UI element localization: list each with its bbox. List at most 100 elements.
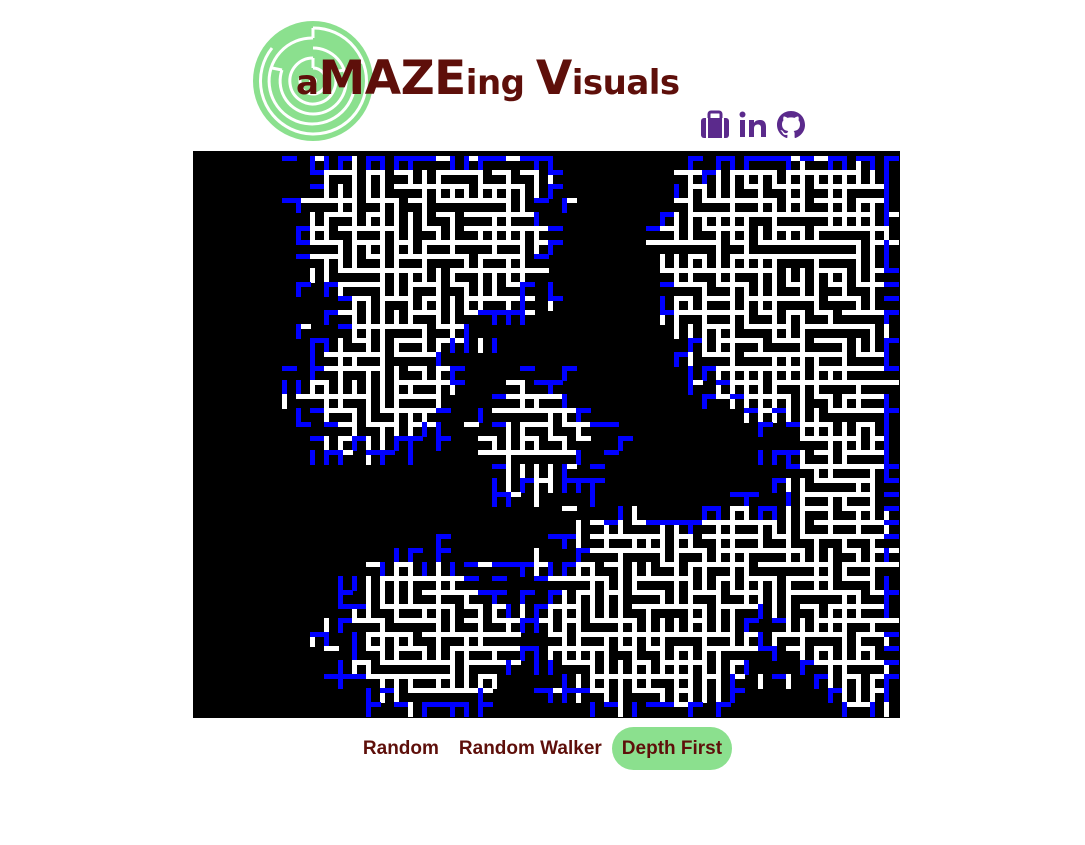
maze-cell	[786, 674, 791, 689]
maze-cell	[366, 618, 381, 623]
github-icon[interactable]	[776, 110, 806, 140]
maze-cell	[548, 450, 563, 455]
maze-cell	[828, 576, 833, 591]
maze-cell	[324, 212, 339, 217]
maze-cell	[338, 380, 343, 395]
maze-cell	[394, 338, 399, 353]
maze-cell	[716, 618, 721, 633]
maze-cell	[366, 632, 371, 647]
maze-cell	[884, 506, 899, 511]
maze-cell	[632, 520, 647, 525]
maze-cell	[366, 450, 381, 455]
maze-cell	[338, 576, 343, 591]
maze-cell	[366, 240, 371, 255]
maze-cell	[828, 352, 843, 357]
maze-cell	[450, 282, 465, 287]
maze-cell	[534, 478, 549, 483]
maze-cell	[758, 198, 763, 213]
maze-cell	[366, 310, 371, 325]
maze-cell	[800, 450, 805, 465]
maze-cell	[408, 212, 413, 227]
maze-cell	[786, 156, 791, 171]
maze-cell	[492, 240, 507, 245]
maze-cell	[352, 576, 357, 591]
maze-cell	[366, 226, 381, 231]
maze-cell	[450, 310, 455, 325]
maze-cell	[310, 170, 325, 175]
maze-cell	[842, 338, 847, 353]
maze-cell	[632, 646, 637, 661]
maze-cell	[716, 352, 731, 357]
maze-cell	[296, 198, 301, 213]
maze-cell	[422, 576, 437, 581]
maze-cell	[324, 184, 329, 199]
tab-random-walker[interactable]: Random Walker	[449, 727, 612, 770]
maze-cell	[338, 296, 353, 301]
maze-cell	[884, 646, 899, 651]
maze-cell	[842, 296, 857, 301]
maze-cell	[744, 562, 749, 577]
maze-cell	[380, 436, 385, 451]
maze-cell	[296, 408, 301, 423]
maze-cell	[674, 548, 689, 553]
maze-cell	[674, 604, 689, 609]
maze-cell	[380, 618, 385, 633]
maze-cell	[702, 352, 717, 357]
tab-depth-first[interactable]: Depth First	[611, 727, 733, 770]
maze-cell	[506, 660, 511, 675]
maze-cell	[436, 562, 441, 577]
maze-cell	[590, 632, 605, 637]
maze-cell	[422, 296, 427, 311]
tab-random[interactable]: Random	[353, 727, 449, 770]
maze-cell	[590, 646, 605, 651]
maze-cell	[716, 576, 731, 581]
maze-cell	[422, 212, 427, 227]
maze-cell	[716, 296, 731, 301]
maze-cell	[548, 464, 553, 479]
maze-cell	[856, 296, 861, 311]
maze-canvas[interactable]	[193, 151, 900, 718]
maze-cell	[492, 646, 497, 661]
maze-cell	[478, 282, 483, 297]
maze-cell	[674, 268, 679, 283]
maze-cell	[534, 198, 549, 203]
maze-cell	[842, 156, 847, 171]
maze-cell	[884, 450, 889, 465]
maze-cell	[548, 408, 563, 413]
maze-cell	[884, 212, 889, 227]
maze-cell	[436, 660, 451, 665]
maze-cell	[730, 688, 745, 693]
maze-cell	[772, 198, 777, 213]
maze-cell	[618, 618, 633, 623]
briefcase-icon[interactable]	[700, 110, 730, 140]
maze-cell	[660, 212, 665, 227]
maze-cell	[506, 156, 521, 161]
maze-cell	[744, 520, 759, 525]
maze-cell	[478, 184, 483, 199]
maze-cell	[422, 408, 427, 423]
maze-cell	[492, 618, 507, 623]
maze-cell	[506, 184, 511, 199]
maze-cell	[408, 366, 423, 371]
maze-cell	[856, 660, 871, 665]
maze-cell	[884, 170, 889, 185]
maze-cell	[772, 520, 777, 535]
linkedin-icon[interactable]	[738, 110, 768, 140]
maze-cell	[828, 590, 843, 595]
maze-cell	[688, 184, 703, 189]
maze-cell	[702, 604, 707, 619]
maze-cell	[786, 324, 791, 339]
maze-cell	[548, 576, 563, 581]
maze-cell	[702, 366, 707, 381]
maze-cell	[814, 562, 829, 567]
maze-cell	[688, 352, 693, 367]
maze-cell	[422, 688, 437, 693]
maze-cell	[744, 576, 759, 581]
maze-cell	[856, 310, 871, 315]
maze-cell	[618, 688, 623, 703]
maze-cell	[786, 520, 791, 535]
maze-cell	[674, 226, 679, 241]
maze-cell	[408, 422, 413, 437]
maze-cell	[478, 590, 493, 595]
maze-cell	[772, 296, 787, 301]
